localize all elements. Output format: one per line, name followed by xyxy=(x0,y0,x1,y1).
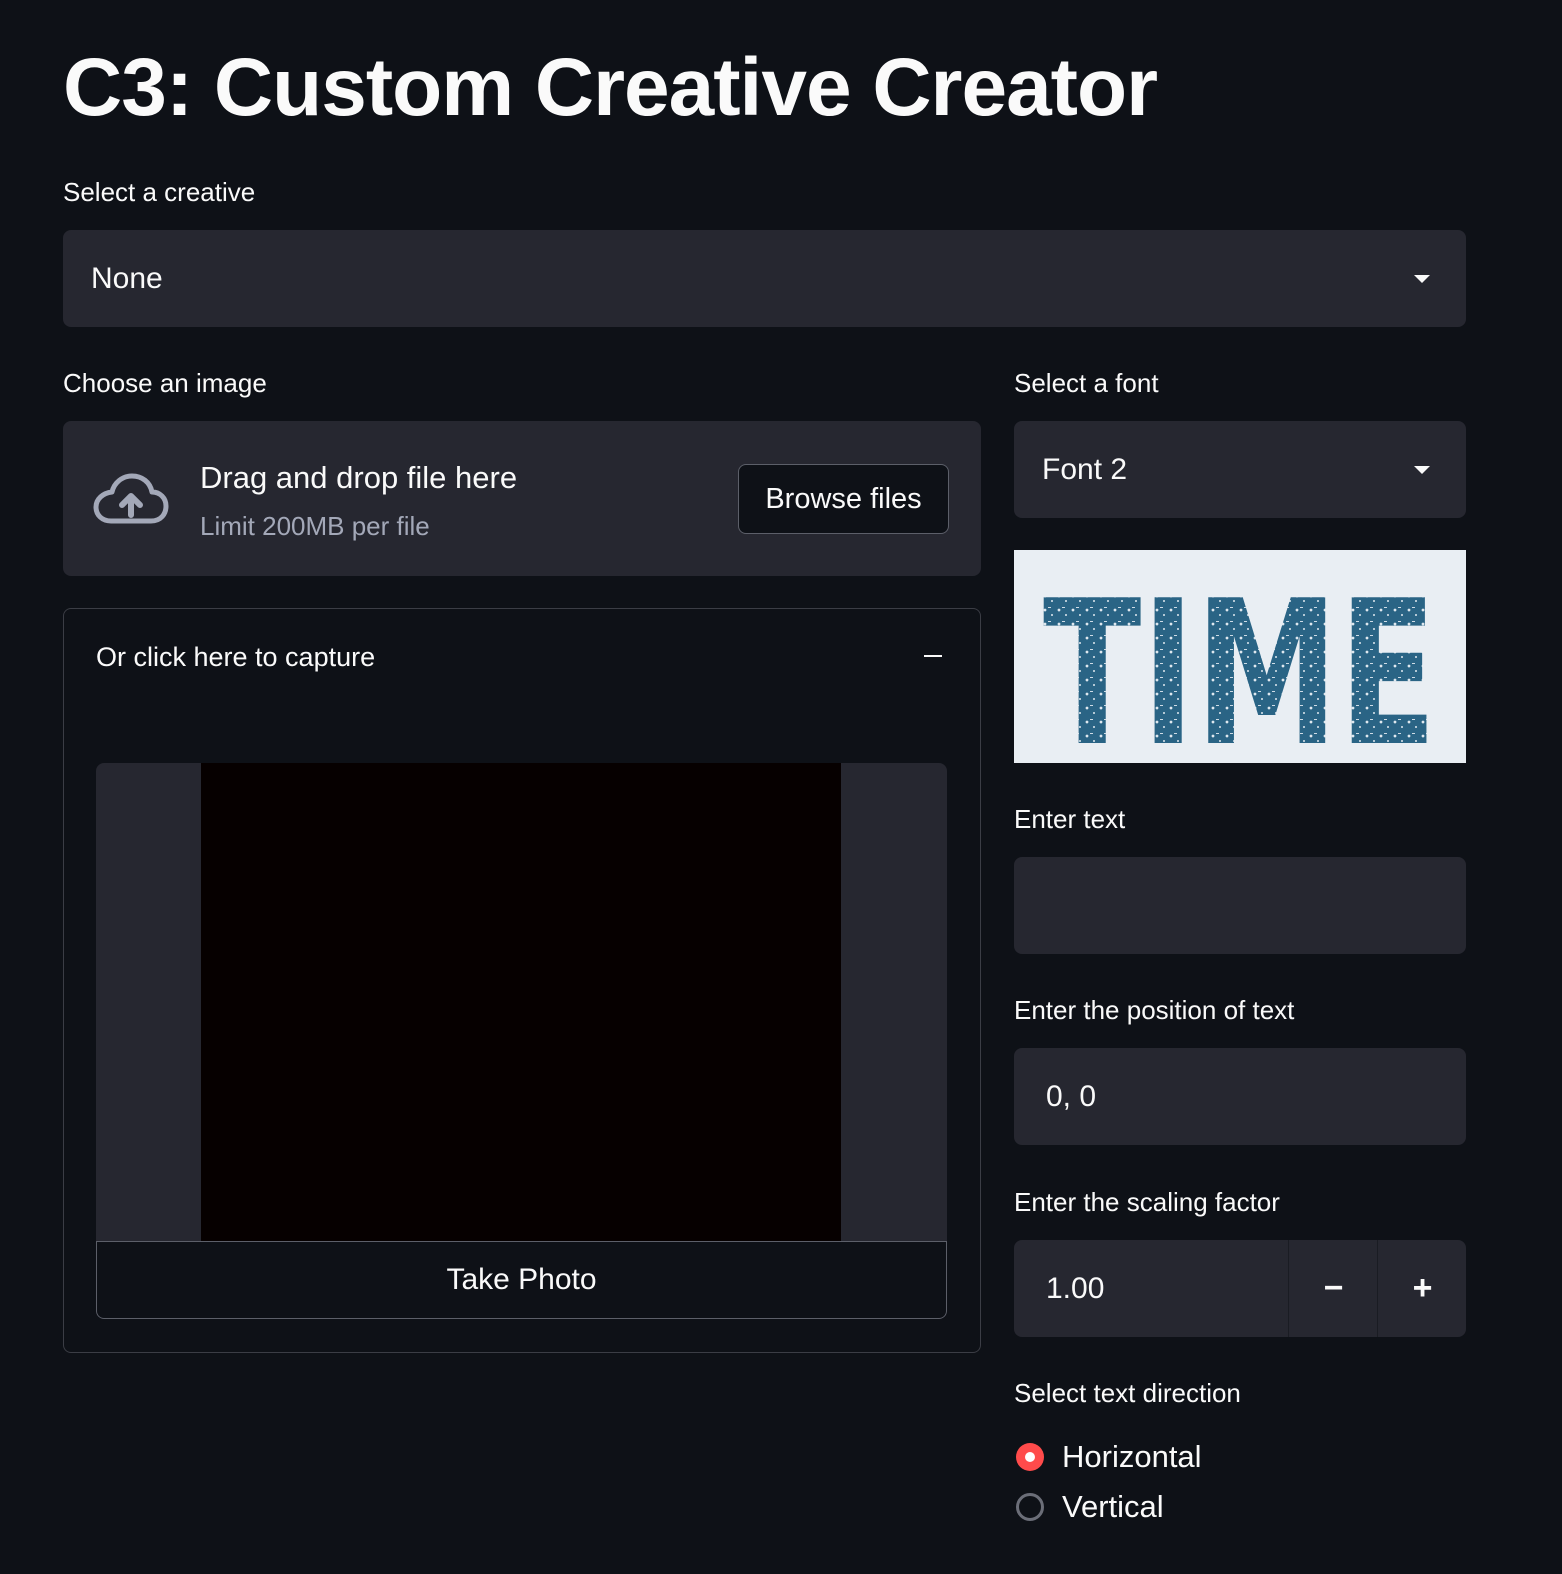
dropzone-limit: Limit 200MB per file xyxy=(200,511,430,541)
radio-selected-icon xyxy=(1016,1443,1044,1471)
radio-option-vertical[interactable]: Vertical xyxy=(1016,1487,1164,1527)
camera-feed xyxy=(201,763,841,1241)
font-select-label: Select a font xyxy=(1014,368,1159,398)
file-dropzone[interactable]: Drag and drop file here Limit 200MB per … xyxy=(63,421,981,576)
text-input[interactable] xyxy=(1014,857,1466,954)
creative-select[interactable]: None xyxy=(63,230,1466,327)
scaling-input-value: 1.00 xyxy=(1046,1271,1105,1305)
position-input[interactable]: 0, 0 xyxy=(1014,1048,1466,1145)
radio-option-horizontal[interactable]: Horizontal xyxy=(1016,1437,1202,1477)
increment-button[interactable]: + xyxy=(1378,1240,1467,1337)
chevron-down-icon xyxy=(1414,465,1430,474)
radio-option-label: Horizontal xyxy=(1062,1439,1202,1474)
collapse-icon[interactable] xyxy=(924,655,942,657)
page-title: C3: Custom Creative Creator xyxy=(63,42,1158,133)
cloud-upload-icon xyxy=(93,473,169,524)
radio-unselected-icon xyxy=(1016,1493,1044,1521)
capture-expander-header[interactable]: Or click here to capture xyxy=(96,639,375,675)
image-uploader-label: Choose an image xyxy=(63,368,267,398)
scaling-number-input[interactable]: 1.00 − + xyxy=(1014,1240,1466,1337)
text-input-label: Enter text xyxy=(1014,804,1126,834)
dropzone-instructions: Drag and drop file here xyxy=(200,460,518,495)
creative-select-value: None xyxy=(91,261,163,295)
direction-radio-label: Select text direction xyxy=(1014,1378,1241,1408)
font-select-value: Font 2 xyxy=(1042,452,1128,486)
app-page: C3: Custom Creative Creator Select a cre… xyxy=(0,0,1562,1574)
position-input-label: Enter the position of text xyxy=(1014,995,1295,1025)
position-input-value: 0, 0 xyxy=(1046,1079,1097,1113)
scaling-input-label: Enter the scaling factor xyxy=(1014,1187,1280,1217)
radio-option-label: Vertical xyxy=(1062,1489,1164,1524)
font-preview-text: TIME xyxy=(1043,558,1437,763)
browse-files-button[interactable]: Browse files xyxy=(738,464,949,534)
font-preview-image: TIME xyxy=(1014,550,1466,763)
capture-expander: Or click here to capture Take Photo xyxy=(63,608,981,1353)
camera-widget: Take Photo xyxy=(96,763,947,1319)
chevron-down-icon xyxy=(1414,274,1430,283)
font-preview-graphic: TIME xyxy=(1043,558,1437,763)
take-photo-button[interactable]: Take Photo xyxy=(96,1241,947,1319)
creative-select-label: Select a creative xyxy=(63,177,256,207)
decrement-button[interactable]: − xyxy=(1289,1240,1378,1337)
font-select[interactable]: Font 2 xyxy=(1014,421,1466,518)
